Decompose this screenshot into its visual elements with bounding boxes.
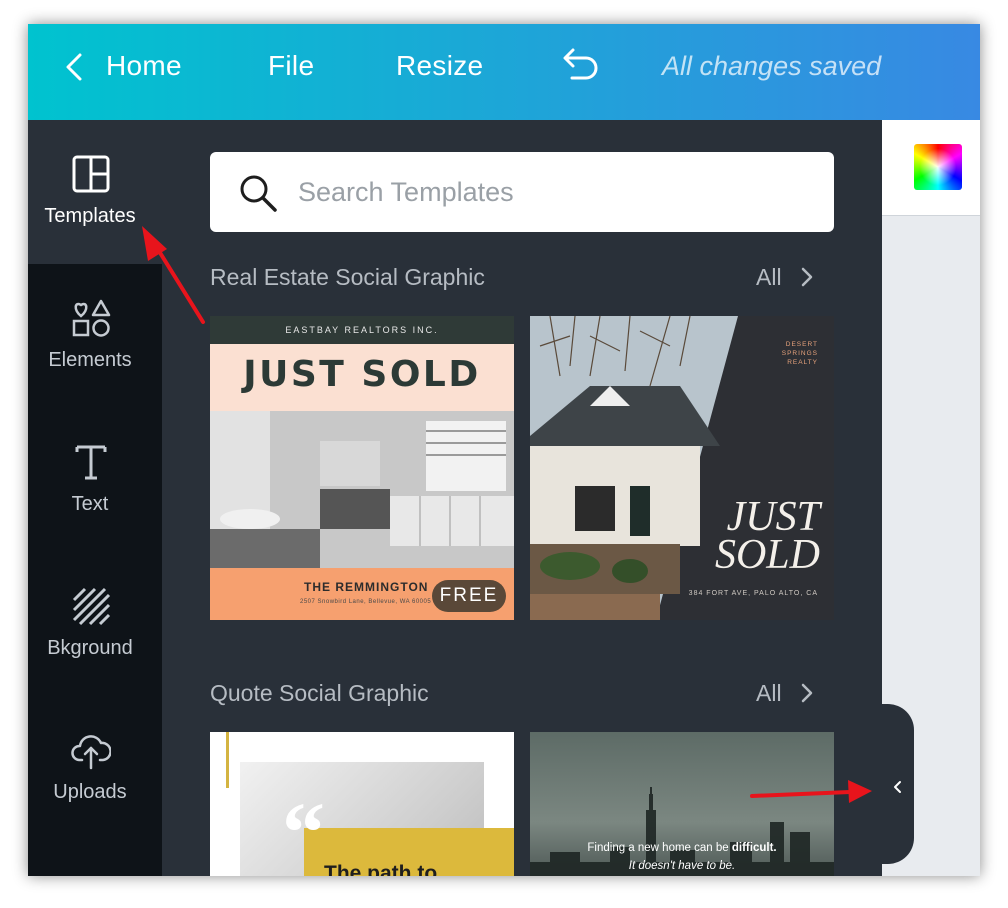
color-picker-swatch[interactable] — [914, 144, 962, 190]
uploads-icon — [71, 735, 111, 770]
property-address: 384 FORT AVE, PALO ALTO, CA — [688, 590, 818, 597]
headline-line: JUST — [726, 494, 820, 540]
sidebar-item-label: Elements — [48, 349, 132, 371]
chevron-left-icon — [894, 781, 901, 793]
top-bar: Home File Resize All changes saved — [28, 24, 980, 120]
quote-mark: “ — [282, 784, 325, 876]
template-thumbnail-just-sold-house[interactable]: DESERT SPRINGS REALTY JUST SOLD 384 FORT… — [530, 316, 834, 620]
sidebar: Templates Elements Text Bkground Uploads — [28, 120, 162, 876]
sidebar-item-templates[interactable]: Templates — [28, 120, 162, 264]
sidebar-item-label: Bkground — [47, 637, 133, 659]
template-header-text: EASTBAY REALTORS INC. — [210, 316, 514, 344]
section-title: Real Estate Social Graphic — [210, 264, 485, 290]
template-headline: JUST SOLD — [714, 494, 820, 578]
headline-line: SOLD — [714, 532, 820, 578]
realty-line: REALTY — [787, 359, 818, 366]
templates-panel: Real Estate Social Graphic All EASTBAY R… — [162, 120, 882, 876]
realty-line: DESERT — [785, 341, 818, 348]
accent-bar — [226, 732, 229, 788]
property-address: 2507 Snowbird Lane, Bellevue, WA 60005 — [300, 599, 432, 605]
resize-button[interactable]: Resize — [396, 48, 483, 84]
save-status: All changes saved — [662, 51, 882, 81]
sidebar-item-background[interactable]: Bkground — [28, 552, 162, 696]
property-name: THE REMMINGTON — [304, 580, 429, 594]
chevron-right-icon — [801, 683, 813, 703]
sidebar-item-label: Text — [71, 493, 109, 515]
templates-icon — [72, 155, 110, 193]
quote-line-1: Finding a new home can be difficult. — [530, 842, 834, 854]
realty-line: SPRINGS — [781, 350, 818, 357]
sidebar-item-uploads[interactable]: Uploads — [28, 696, 162, 840]
file-menu[interactable]: File — [268, 48, 314, 84]
home-button[interactable]: Home — [106, 48, 182, 84]
chevron-right-icon — [801, 267, 813, 287]
text-icon — [75, 445, 107, 480]
search-box — [210, 152, 834, 232]
sidebar-item-elements[interactable]: Elements — [28, 264, 162, 408]
sidebar-item-label: Uploads — [53, 781, 127, 803]
realty-logo: DESERT SPRINGS REALTY — [782, 340, 818, 367]
sidebar-item-text[interactable]: Text — [28, 408, 162, 552]
free-badge: FREE — [432, 580, 506, 612]
quote-line-1-text: Finding a new home can be — [587, 842, 732, 854]
elements-icon — [72, 299, 111, 337]
template-thumbnail-city[interactable]: Finding a new home can be difficult. It … — [530, 732, 834, 876]
editor-window: Home File Resize All changes saved Templ… — [28, 24, 980, 876]
city-skyline-photo — [530, 787, 834, 876]
color-toolbar — [882, 120, 980, 216]
template-headline: JUST SOLD — [243, 354, 481, 395]
section-title: Quote Social Graphic — [210, 680, 429, 706]
kitchen-photo — [210, 411, 514, 568]
collapse-panel-tab[interactable] — [882, 704, 914, 864]
see-all-link[interactable]: All — [756, 678, 813, 708]
undo-icon[interactable] — [558, 46, 600, 80]
template-thumbnail-just-sold-remmington[interactable]: EASTBAY REALTORS INC. JUST SOLD THE REMM… — [210, 316, 514, 620]
sidebar-item-label: Templates — [44, 205, 136, 227]
see-all-link[interactable]: All — [756, 262, 813, 292]
template-thumbnail-quote[interactable]: “ The path to — [210, 732, 514, 876]
background-icon — [72, 587, 111, 626]
quote-line-1-bold: difficult. — [731, 842, 777, 854]
search-input[interactable] — [298, 170, 798, 214]
see-all-label: All — [756, 680, 782, 706]
chevron-left-icon[interactable] — [62, 52, 86, 82]
quote-line-2: It doesn't have to be. — [628, 860, 736, 872]
quote-text: The path to — [324, 862, 438, 876]
search-icon — [240, 175, 277, 212]
see-all-label: All — [756, 264, 782, 290]
